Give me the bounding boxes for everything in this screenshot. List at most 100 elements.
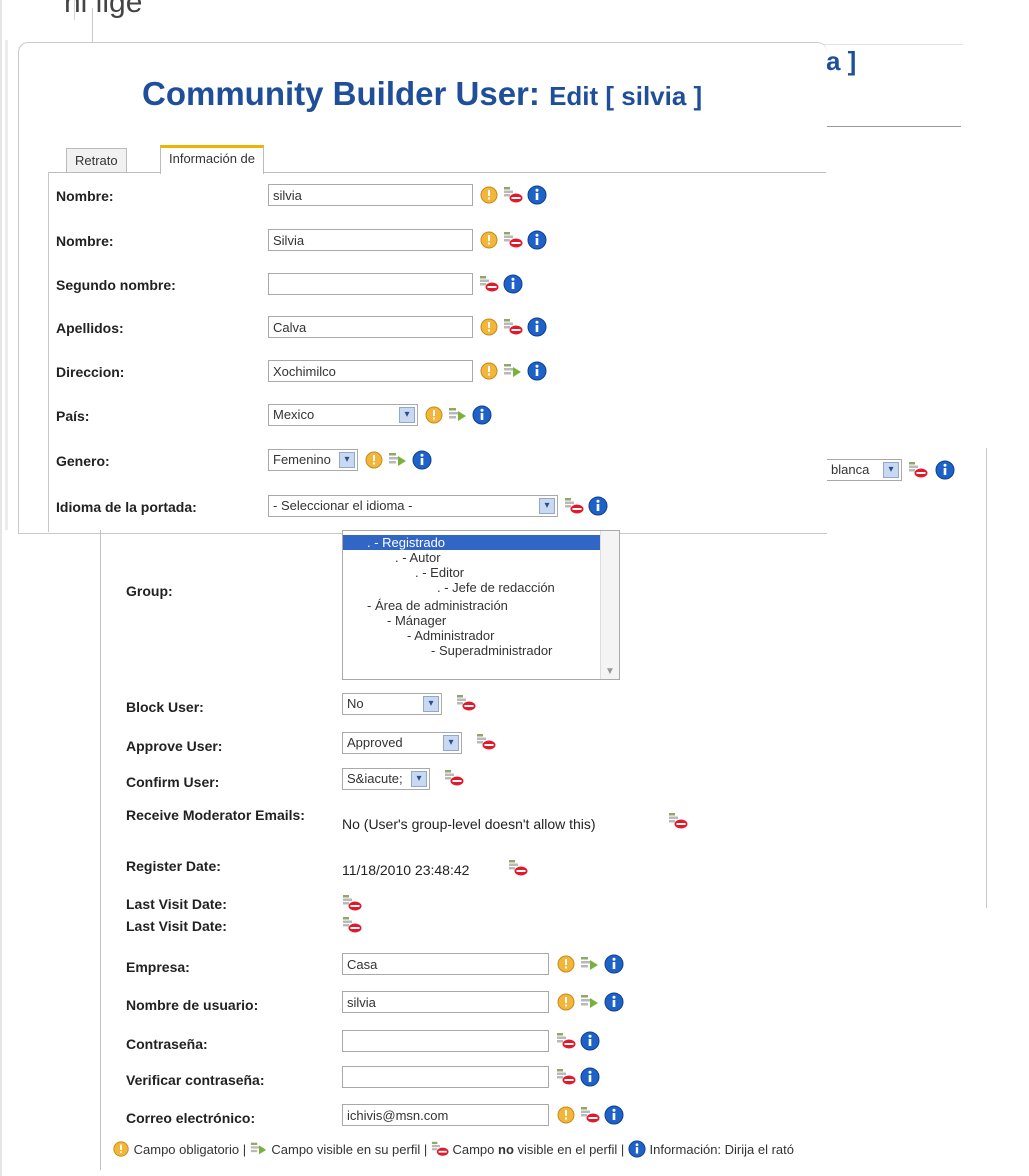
field-label: Segundo nombre:	[56, 277, 176, 293]
required-field-icon	[480, 318, 498, 336]
group-option[interactable]: . - Editor	[415, 565, 464, 580]
field-value: silvia	[273, 188, 302, 203]
required-field-icon	[113, 1141, 129, 1157]
moderator-label: Receive Moderator Emails:	[126, 807, 305, 823]
background-title-fragment: ni lige	[64, 0, 143, 19]
field-value: Calva	[273, 320, 307, 335]
text-field[interactable]	[268, 273, 473, 295]
background-frame	[92, 8, 963, 45]
required-field-icon	[557, 1106, 575, 1124]
hidden-field-icon	[504, 232, 523, 248]
setting-label: Confirm User:	[126, 774, 220, 790]
language-select-fragment-value: blanca	[831, 462, 870, 477]
group-label: Group:	[126, 583, 173, 599]
legend-info: Información: Dirija el rató	[649, 1142, 795, 1157]
field-value: - Seleccionar el idioma -	[273, 498, 413, 513]
info-icon[interactable]	[527, 185, 547, 205]
legend-required: Campo obligatorio |	[133, 1142, 247, 1157]
window-edge-inner	[5, 40, 8, 530]
text-field[interactable]: silvia	[342, 991, 549, 1013]
required-field-icon	[425, 406, 443, 424]
required-field-icon	[480, 231, 498, 249]
group-listbox-scrollbar[interactable]: ▼	[600, 531, 619, 679]
setting-select[interactable]: Approved ▾	[342, 732, 462, 754]
group-option[interactable]: . - Autor	[395, 550, 441, 565]
info-icon[interactable]	[527, 317, 547, 337]
field-label: Verificar contraseña:	[126, 1072, 265, 1088]
legend-hidden-bold: no	[498, 1142, 514, 1157]
chevron-down-icon: ▾	[423, 696, 439, 712]
setting-select[interactable]: No ▾	[342, 693, 442, 715]
select-field[interactable]: Mexico ▾	[268, 404, 418, 426]
hidden-field-icon	[557, 1033, 576, 1049]
group-option[interactable]: . - Jefe de redacción	[437, 580, 555, 595]
chevron-down-icon: ▾	[443, 735, 459, 751]
visible-field-icon	[581, 957, 598, 970]
chevron-down-icon: ▾	[883, 462, 899, 478]
hidden-field-icon	[504, 319, 523, 335]
hidden-field-icon	[457, 695, 476, 711]
background-edit-fragment: a ]	[826, 46, 857, 76]
text-field[interactable]	[342, 1030, 549, 1052]
group-option[interactable]: . - Registrado	[343, 535, 617, 550]
info-icon[interactable]	[527, 361, 547, 381]
text-field[interactable]: Silvia	[268, 229, 473, 251]
required-field-icon	[365, 451, 383, 469]
info-icon[interactable]	[588, 496, 608, 516]
select-field[interactable]: Femenino ▾	[268, 449, 358, 471]
setting-label: Block User:	[126, 699, 204, 715]
tab-informacion[interactable]: Información de	[160, 145, 264, 174]
field-label: Genero:	[56, 453, 110, 469]
setting-value: S&iacute;	[347, 771, 403, 786]
group-listbox[interactable]: . - Registrado. - Autor. - Editor. - Jef…	[342, 530, 620, 680]
info-icon[interactable]	[935, 460, 955, 480]
required-field-icon	[480, 362, 498, 380]
legend: Campo obligatorio | Campo visible en su …	[112, 1140, 794, 1158]
info-icon	[628, 1140, 646, 1158]
legend-hidden-pre: Campo	[452, 1142, 495, 1157]
hidden-field-icon	[343, 917, 362, 933]
info-icon[interactable]	[412, 450, 432, 470]
info-icon[interactable]	[580, 1067, 600, 1087]
info-icon[interactable]	[580, 1031, 600, 1051]
hidden-field-icon	[477, 734, 496, 750]
group-option[interactable]: - Superadministrador	[431, 643, 552, 658]
group-option[interactable]: - Área de administración	[367, 598, 508, 613]
info-icon[interactable]	[604, 992, 624, 1012]
text-field[interactable]: Calva	[268, 316, 473, 338]
field-value: silvia	[347, 995, 376, 1010]
info-icon[interactable]	[604, 954, 624, 974]
chevron-down-icon: ▾	[339, 452, 355, 468]
info-icon[interactable]	[472, 405, 492, 425]
required-field-icon	[557, 993, 575, 1011]
group-option[interactable]: - Administrador	[407, 628, 494, 643]
info-icon[interactable]	[503, 274, 523, 294]
text-field[interactable]: silvia	[268, 184, 473, 206]
register-date-value: 11/18/2010 23:48:42	[342, 862, 470, 878]
hidden-field-icon	[480, 276, 499, 292]
text-field[interactable]: Casa	[342, 953, 549, 975]
text-field[interactable]: ichivis@msn.com	[342, 1104, 549, 1126]
setting-select[interactable]: S&iacute; ▾	[342, 768, 430, 790]
legend-visible: Campo visible en su perfil |	[271, 1142, 428, 1157]
info-icon[interactable]	[604, 1105, 624, 1125]
visible-field-icon	[581, 995, 598, 1008]
page-title-action: Edit [ silvia ]	[549, 81, 703, 111]
field-label: Empresa:	[126, 959, 190, 975]
hidden-field-icon	[343, 895, 362, 911]
language-select-fragment[interactable]: blanca ▾	[826, 459, 902, 481]
field-value: ichivis@msn.com	[347, 1108, 449, 1123]
group-option[interactable]: - Mánager	[387, 613, 446, 628]
chevron-down-icon: ▼	[605, 666, 615, 677]
select-field[interactable]: - Seleccionar el idioma - ▾	[268, 495, 558, 517]
last-visit-label: Last Visit Date:	[126, 896, 227, 912]
field-label: Correo electrónico:	[126, 1110, 256, 1126]
info-icon[interactable]	[527, 230, 547, 250]
setting-value: Approved	[347, 735, 403, 750]
text-field[interactable]	[342, 1066, 549, 1088]
visible-field-icon	[449, 408, 466, 421]
tab-retrato[interactable]: Retrato	[66, 148, 127, 173]
hidden-field-icon	[557, 1069, 576, 1085]
text-field[interactable]: Xochimilco	[268, 360, 473, 382]
chevron-down-icon: ▾	[399, 407, 415, 423]
